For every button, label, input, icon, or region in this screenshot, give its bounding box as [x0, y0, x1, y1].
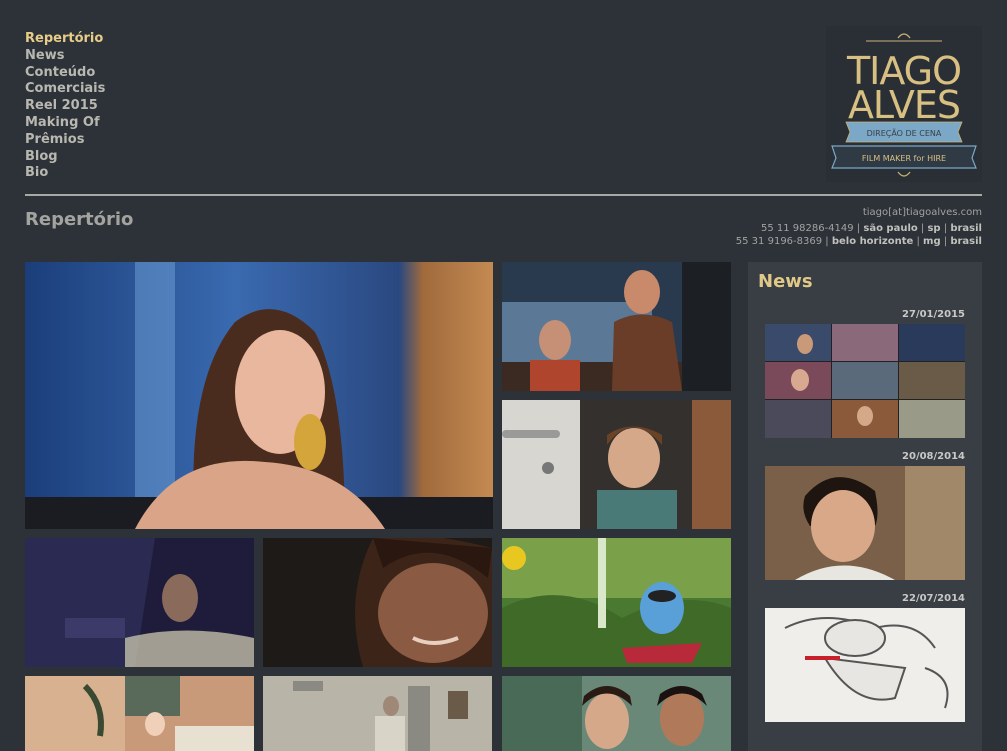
nav-item-repertorio[interactable]: Repertório	[25, 31, 105, 48]
site-logo[interactable]: TIAGO ALVES DIREÇÃO DE CENA FILM MAKER f…	[826, 26, 982, 182]
tile-image	[263, 676, 492, 751]
news-image	[765, 466, 965, 580]
nav-item-bio[interactable]: Bio	[25, 165, 105, 182]
portfolio-tile-two-men[interactable]	[502, 676, 731, 751]
contact-country-1: brasil	[950, 223, 982, 234]
nav-item-comerciais[interactable]: Comerciais	[25, 81, 105, 98]
portfolio-tile-woman[interactable]	[25, 262, 493, 529]
news-date: 27/01/2015	[902, 309, 965, 320]
news-sidebar: News 27/01/2015 20/08/2014 22/07/2014	[748, 262, 982, 751]
nav-item-premios[interactable]: Prêmios	[25, 132, 105, 149]
contact-city-2: belo horizonte	[831, 236, 914, 247]
nav-item-news[interactable]: News	[25, 48, 105, 65]
tile-image	[502, 400, 731, 529]
main-nav: Repertório News Conteúdo Comerciais Reel…	[25, 31, 105, 182]
tile-image	[25, 262, 493, 529]
portfolio-tile-couch[interactable]	[25, 676, 254, 751]
tile-image	[25, 676, 254, 751]
news-thumb-collage[interactable]	[765, 324, 965, 438]
contact-state-2: mg	[923, 236, 941, 247]
header-divider	[25, 194, 982, 196]
news-date: 20/08/2014	[902, 451, 965, 462]
logo-tagline: FILM MAKER for HIRE	[862, 154, 946, 163]
tile-image	[502, 538, 731, 667]
contact-line-sao-paulo: 55 11 98286-4149 | são paulo | sp | bras…	[760, 223, 982, 234]
contact-info: tiago[at]tiagoalves.com 55 11 98286-4149…	[736, 206, 982, 248]
tile-image	[263, 538, 492, 667]
logo-ribbon-text: DIREÇÃO DE CENA	[867, 128, 942, 138]
news-thumb-boy[interactable]	[765, 466, 965, 580]
logo-line-2: ALVES	[848, 83, 960, 127]
nav-item-conteudo[interactable]: Conteúdo	[25, 65, 105, 82]
contact-phone-2: 55 31 9196-8369	[735, 236, 823, 247]
portfolio-tile-blue-toy[interactable]	[502, 538, 731, 667]
portfolio-tile-man-boy[interactable]	[502, 262, 731, 391]
page-title: Repertório	[25, 209, 134, 230]
tile-image	[25, 538, 254, 667]
news-thumb-illustration[interactable]	[765, 608, 965, 722]
news-image	[765, 324, 965, 438]
contact-email[interactable]: tiago[at]tiagoalves.com	[736, 206, 982, 219]
portfolio-tile-man-car[interactable]	[25, 538, 254, 667]
portfolio-tile-smiling-boy[interactable]	[263, 538, 492, 667]
logo-graphic: TIAGO ALVES DIREÇÃO DE CENA FILM MAKER f…	[826, 26, 982, 182]
contact-phone-1: 55 11 98286-4149	[760, 223, 854, 234]
nav-item-making-of[interactable]: Making Of	[25, 115, 105, 132]
tile-image	[502, 262, 731, 391]
nav-item-reel-2015[interactable]: Reel 2015	[25, 98, 105, 115]
tile-image	[502, 676, 731, 751]
news-date: 22/07/2014	[902, 593, 965, 604]
nav-item-blog[interactable]: Blog	[25, 149, 105, 166]
news-image	[765, 608, 965, 722]
contact-city-1: são paulo	[863, 223, 918, 234]
portfolio-tile-boy-door[interactable]	[502, 400, 731, 529]
portfolio-tile-hospital[interactable]	[263, 676, 492, 751]
contact-line-belo-horizonte: 55 31 9196-8369 | belo horizonte | mg | …	[735, 236, 982, 247]
contact-state-1: sp	[927, 223, 941, 234]
news-title: News	[758, 271, 813, 292]
contact-country-2: brasil	[950, 236, 982, 247]
